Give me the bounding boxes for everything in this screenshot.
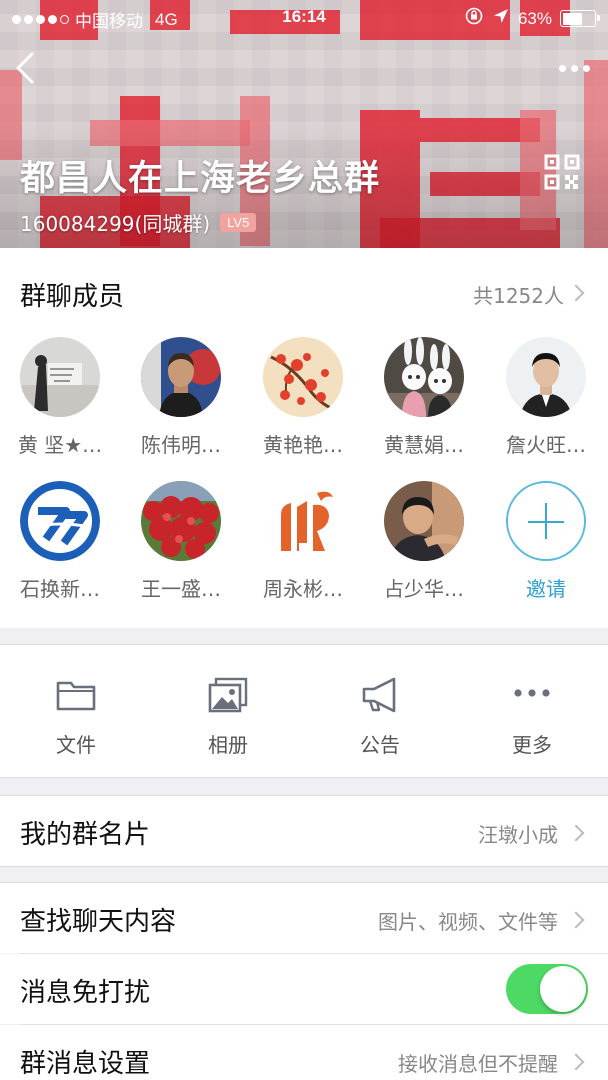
do-not-disturb-row: 消息免打扰	[0, 954, 608, 1024]
more-options-button[interactable]	[536, 54, 590, 82]
member-item[interactable]: 王一盛…	[121, 481, 241, 602]
tool-album[interactable]: 相册	[152, 645, 304, 779]
chevron-right-icon	[567, 1053, 585, 1071]
chevron-right-icon	[567, 911, 585, 929]
member-avatar	[141, 481, 221, 561]
toggle-knob	[540, 966, 586, 1012]
do-not-disturb-label: 消息免打扰	[20, 978, 151, 1008]
do-not-disturb-toggle[interactable]	[506, 964, 588, 1014]
status-bar: 中国移动 4G 16:14 63%	[0, 0, 608, 34]
member-name: 黄 坚★…	[17, 433, 103, 457]
tool-label: 更多	[512, 733, 552, 757]
member-avatar	[506, 337, 586, 417]
member-item[interactable]: 石换新…	[0, 481, 120, 602]
group-subtitle: 160084299(同城群) LV5	[20, 208, 257, 237]
member-avatar	[384, 481, 464, 561]
tool-label: 文件	[56, 733, 96, 757]
back-button[interactable]	[8, 46, 48, 90]
qr-code-icon	[544, 154, 580, 190]
more-dots-icon	[514, 689, 550, 697]
tool-label: 相册	[208, 733, 248, 757]
member-name: 石换新…	[20, 577, 100, 601]
chevron-right-icon	[567, 284, 585, 302]
member-avatar	[20, 481, 100, 561]
member-item[interactable]: 占少华…	[364, 481, 484, 602]
megaphone-icon	[362, 677, 396, 713]
members-header[interactable]: 群聊成员 共1252人	[0, 248, 608, 336]
member-item[interactable]: 陈伟明…	[121, 337, 241, 458]
search-chat-value: 图片、视频、文件等	[378, 910, 558, 934]
member-avatar	[20, 337, 100, 417]
album-icon	[208, 677, 248, 713]
tool-announcement[interactable]: 公告	[304, 645, 456, 779]
member-item[interactable]: 黄 坚★…	[0, 337, 120, 458]
members-title: 群聊成员	[20, 282, 125, 312]
folder-icon	[56, 681, 96, 711]
members-count: 共1252人	[473, 284, 564, 308]
my-group-card-value: 汪墩小成	[478, 823, 558, 847]
more-dot-icon	[559, 64, 566, 72]
member-name: 陈伟明…	[141, 433, 221, 457]
member-avatar	[141, 337, 221, 417]
tool-label: 公告	[360, 733, 400, 757]
member-name: 詹火旺…	[506, 433, 586, 457]
group-tools-bar: 文件 相册 公告 更多	[0, 644, 608, 778]
battery-icon	[560, 10, 600, 27]
message-settings-row[interactable]: 群消息设置 接收消息但不提醒	[0, 1025, 608, 1080]
battery-percent: 63%	[517, 8, 552, 28]
member-name: 黄艳艳…	[263, 433, 343, 457]
members-section: 群聊成员 共1252人 黄 坚★… 陈伟明… 黄艳艳… 黄慧娟… 詹火旺… 石换…	[0, 248, 608, 628]
plus-icon	[506, 481, 586, 561]
member-name: 黄慧娟…	[384, 433, 464, 457]
member-avatar	[263, 337, 343, 417]
message-settings-label: 群消息设置	[20, 1049, 151, 1079]
my-group-card-row[interactable]: 我的群名片 汪墩小成	[0, 796, 608, 866]
more-dot-icon	[583, 64, 590, 72]
tool-files[interactable]: 文件	[0, 645, 152, 779]
member-avatar	[384, 337, 464, 417]
member-name: 占少华…	[384, 577, 464, 601]
message-settings-value: 接收消息但不提醒	[398, 1052, 558, 1076]
chevron-left-icon	[16, 52, 34, 84]
member-item[interactable]: 詹火旺…	[486, 337, 606, 458]
search-chat-label: 查找聊天内容	[20, 907, 177, 937]
member-item[interactable]: 黄艳艳…	[243, 337, 363, 458]
member-avatar	[263, 481, 343, 561]
rotation-lock-icon	[464, 6, 484, 31]
qr-code-button[interactable]	[544, 154, 580, 190]
chevron-right-icon	[567, 824, 585, 842]
group-header-banner: 中国移动 4G 16:14 63% 都昌人在上海老乡总群 160084299(同…	[0, 0, 608, 248]
member-name: 王一盛…	[141, 577, 221, 601]
invite-button[interactable]: 邀请	[486, 481, 606, 602]
group-level-badge: LV5	[220, 213, 257, 232]
member-item[interactable]: 周永彬…	[243, 481, 363, 602]
tool-more[interactable]: 更多	[456, 645, 608, 779]
invite-label: 邀请	[526, 577, 566, 601]
group-id: 160084299(同城群)	[20, 212, 211, 236]
group-title: 都昌人在上海老乡总群	[20, 159, 381, 199]
member-item[interactable]: 黄慧娟…	[364, 337, 484, 458]
location-arrow-icon	[492, 7, 510, 30]
member-name: 周永彬…	[263, 577, 343, 601]
more-dot-icon	[571, 64, 578, 72]
divider	[0, 866, 608, 867]
search-chat-row[interactable]: 查找聊天内容 图片、视频、文件等	[0, 883, 608, 953]
my-group-card-label: 我的群名片	[20, 820, 151, 850]
